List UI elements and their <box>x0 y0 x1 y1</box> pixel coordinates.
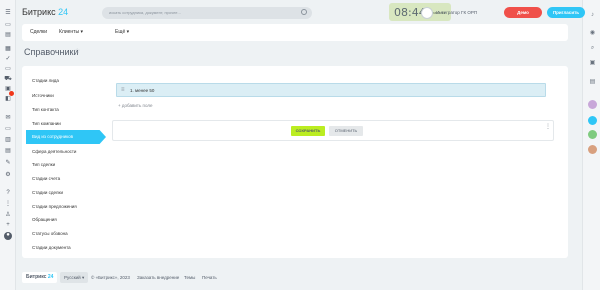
nav-item[interactable]: Тип компании <box>32 121 61 126</box>
logo[interactable]: Битрикс 24 <box>22 7 68 17</box>
field-row[interactable]: ≡ 1. менее 50 <box>116 83 546 97</box>
drag-handle-icon[interactable]: ≡ <box>121 87 125 93</box>
menu-item-clients[interactable]: Клиенты ▾ <box>59 24 83 41</box>
help-icon[interactable]: ? <box>4 190 12 197</box>
footer-brand-num: 24 <box>47 274 54 280</box>
field-value[interactable]: 1. менее 50 <box>130 88 154 93</box>
calendar-icon[interactable]: ▦ <box>4 46 12 53</box>
star-icon[interactable]: ☆ <box>74 47 80 55</box>
main-card: Стадии лида Источники Тип контакта Тип к… <box>22 66 568 258</box>
demo-button[interactable]: Демо <box>504 7 542 18</box>
footer-link-order[interactable]: Заказать внедрение <box>137 275 179 280</box>
menu-item-deals[interactable]: Сделки <box>30 24 47 41</box>
language-label: Русский <box>64 275 81 280</box>
footer-brand[interactable]: Битрикс 24 <box>22 272 58 283</box>
nav-item[interactable]: Источники <box>32 93 54 98</box>
footer-link-print[interactable]: Печать <box>202 275 217 280</box>
invite-button[interactable]: Пригласить <box>547 7 585 18</box>
search-input[interactable]: искать сотрудника, документ, прочее... <box>102 7 312 19</box>
cancel-button[interactable]: ОТМЕНИТЬ <box>329 126 363 136</box>
language-select[interactable]: Русский ▾ <box>60 272 89 283</box>
crm-icon[interactable]: ◧ <box>4 96 12 103</box>
settings-icon[interactable]: ⚙ <box>4 172 12 179</box>
logo-name: Битрикс <box>22 7 56 17</box>
menu-item-label: Клиенты <box>59 29 80 35</box>
menu-item-more[interactable]: Ещё ▾ <box>115 24 129 41</box>
docs-icon[interactable]: ▤ <box>4 148 12 155</box>
feed-icon[interactable]: ▤ <box>4 32 12 39</box>
open-channel-icon[interactable]: ▣ <box>588 59 597 68</box>
footer-copyright: © «Битрикс», 2023 <box>91 275 130 280</box>
nav-item[interactable]: Тип контакта <box>32 107 59 112</box>
action-bar: СОХРАНИТЬ ОТМЕНИТЬ ⋮ <box>112 120 554 141</box>
sites-icon[interactable]: ▭ <box>4 126 12 133</box>
footer-link-themes[interactable]: Темы <box>184 275 195 280</box>
nav-item[interactable]: Стадии сделки <box>32 190 63 195</box>
nav-item-active-label: Вид из сотрудников <box>32 134 74 139</box>
footer-brand-name: Битрикс <box>26 274 47 280</box>
network-icon[interactable]: ● <box>4 232 12 240</box>
chat-list-icon[interactable]: ▤ <box>588 78 597 87</box>
nav-item[interactable]: Стадии документа <box>32 245 71 250</box>
more-icon[interactable]: ⋮ <box>545 124 551 130</box>
save-button[interactable]: СОХРАНИТЬ <box>291 126 325 136</box>
menu-icon[interactable]: ☰ <box>4 10 12 17</box>
search-users-icon[interactable]: ⌕ <box>588 44 597 53</box>
nav-item[interactable]: Тип сделки <box>32 162 55 167</box>
nav-item[interactable]: Обращения <box>32 217 57 222</box>
right-sidebar: ♪ ◉ ⌕ ▣ ▤ <box>582 0 600 290</box>
contact-avatar-1[interactable] <box>588 100 597 109</box>
apps-icon[interactable]: ⋮ <box>4 201 12 208</box>
tasks-icon[interactable]: ✓ <box>4 56 12 63</box>
avatar[interactable] <box>421 7 433 19</box>
page-title: Справочники <box>24 47 79 57</box>
search-icon[interactable] <box>301 9 307 15</box>
user-name[interactable]: Интегратор ГК ОРП <box>436 10 477 15</box>
groups-icon[interactable]: ▥ <box>4 137 12 144</box>
top-menu: Сделки Клиенты ▾ Ещё ▾ <box>22 24 568 41</box>
chat-icon[interactable]: ▭ <box>4 22 12 29</box>
nav-item[interactable]: Стадии предложения <box>32 204 77 209</box>
contact-avatar-3[interactable] <box>588 130 597 139</box>
nav-item[interactable]: Стадии счета <box>32 176 60 181</box>
contact-avatar-4[interactable] <box>588 145 597 154</box>
header: Битрикс 24 искать сотрудника, документ, … <box>16 0 585 26</box>
menu-item-label: Ещё <box>115 29 126 35</box>
bell-icon[interactable]: ♪ <box>588 11 597 20</box>
pencil-icon[interactable]: ✎ <box>4 160 12 167</box>
crm-badge <box>9 91 14 96</box>
user-icon[interactable]: ♙ <box>4 212 12 219</box>
add-icon[interactable]: + <box>4 222 12 229</box>
mail-icon[interactable]: ✉ <box>4 115 12 122</box>
nav-item[interactable]: Статусы обзвона <box>32 231 68 236</box>
nav-item[interactable]: Стадии лида <box>32 78 59 83</box>
drive-icon[interactable]: ▭ <box>4 66 12 73</box>
logo-num: 24 <box>58 7 69 17</box>
cart-icon[interactable]: ⛟ <box>4 76 12 83</box>
pin-icon[interactable]: ◉ <box>588 29 597 38</box>
left-sidebar: ☰ ▭ ▤ ▦ ✓ ▭ ⛟ ▣ ◧ ✉ ▭ ▥ ▤ ✎ ⚙ ? ⋮ ♙ + ● <box>0 0 16 290</box>
contact-avatar-2[interactable] <box>588 116 597 125</box>
nav-item[interactable]: Сфера деятельности <box>32 149 76 154</box>
search-placeholder: искать сотрудника, документ, прочее... <box>109 10 181 15</box>
add-field-link[interactable]: + добавить поле <box>118 103 153 108</box>
